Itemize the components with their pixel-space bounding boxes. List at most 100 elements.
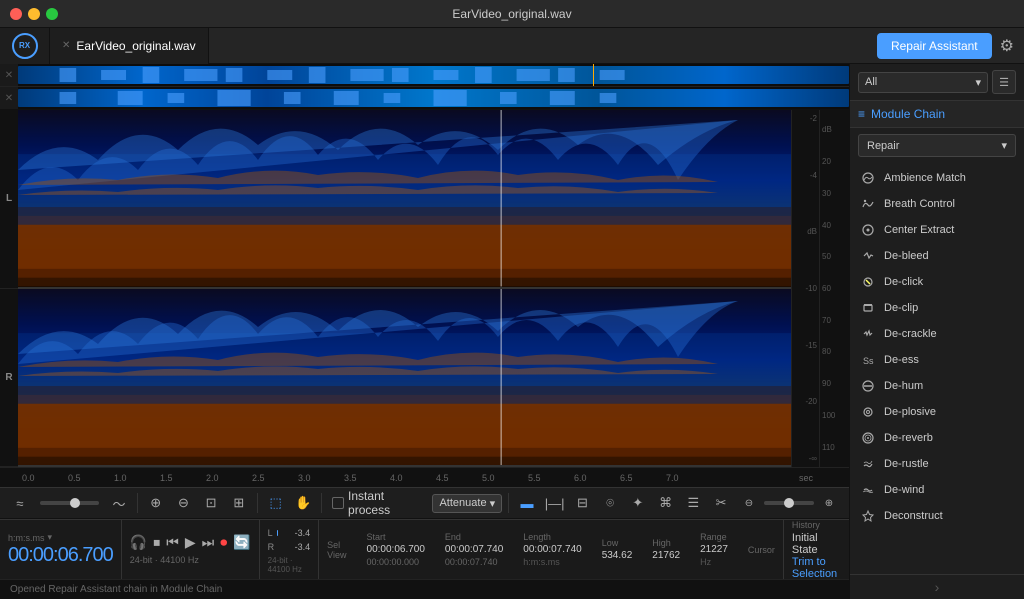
time-format: h:m:s.ms ▾ xyxy=(8,532,113,543)
audio-format: 24-bit · 44100 Hz xyxy=(130,555,251,565)
waveform-view-btn[interactable]: ≈ xyxy=(8,491,32,515)
play-btn[interactable]: ▶ xyxy=(185,534,196,551)
expand-icon[interactable]: › xyxy=(935,579,940,595)
attenuate-dropdown[interactable]: Attenuate ▾ xyxy=(432,494,502,513)
attenuate-dropdown-arrow: ▾ xyxy=(490,497,496,510)
level-bar-bg-l xyxy=(277,530,278,536)
module-item-de-hum[interactable]: De-hum xyxy=(850,373,1024,399)
db-label-4: -4 xyxy=(794,171,817,180)
record-btn[interactable]: ⏺ xyxy=(220,534,227,551)
zoom-in-h-btn[interactable]: ⊕ xyxy=(144,491,168,515)
db-right-30: 20 xyxy=(822,157,847,166)
instant-process-checkbox[interactable] xyxy=(332,497,344,509)
stop-btn[interactable]: ⏹ xyxy=(153,534,160,551)
all-dropdown[interactable]: All ▾ xyxy=(858,72,988,93)
transport-controls: 🎧 ⏹ ⏮ ▶ ⏭ ⏺ 🔄 xyxy=(130,534,251,551)
overview-waveform-top[interactable] xyxy=(18,64,849,86)
spectrogram-main[interactable] xyxy=(18,110,791,467)
zoom-in-v-btn[interactable]: ⊕ xyxy=(817,491,841,515)
hand-tool-btn[interactable]: ✋ xyxy=(291,491,315,515)
loop-btn[interactable]: 🔄 xyxy=(233,534,250,551)
file-tab[interactable]: ✕ EarVideo_original.wav xyxy=(50,28,209,64)
spectrogram-channel-r[interactable] xyxy=(18,289,791,468)
history-panel: History Initial State Trim to Selection xyxy=(783,520,849,579)
db-label-10: -10 xyxy=(794,284,817,293)
rect-select-btn[interactable]: ▬ xyxy=(515,491,539,515)
settings-icon[interactable]: ⚙ xyxy=(1000,36,1014,56)
zoom-select-btn[interactable]: ⊞ xyxy=(227,491,251,515)
toolbar-sep-2 xyxy=(257,493,258,513)
cut-btn[interactable]: ✂ xyxy=(709,491,733,515)
module-item-de-clip[interactable]: De-clip xyxy=(850,295,1024,321)
db-right-hz: 110 xyxy=(822,443,847,452)
zoom-out-h-btn[interactable]: ⊖ xyxy=(172,491,196,515)
zoom-h-thumb[interactable] xyxy=(70,498,80,508)
pencil-btn[interactable]: ⌘ xyxy=(654,491,678,515)
zoom-h-slider[interactable] xyxy=(40,501,99,505)
footer-status: Opened Repair Assistant chain in Module … xyxy=(10,584,222,595)
time-mark-45: 4.5 xyxy=(436,473,449,483)
rewind-btn[interactable]: ⏮ xyxy=(166,534,179,551)
waves-icon[interactable]: 〜 xyxy=(107,491,131,515)
end-val: 00:00:07.740 xyxy=(445,544,503,555)
brush-btn[interactable]: ☰ xyxy=(681,491,705,515)
right-panel-footer[interactable]: › xyxy=(850,574,1024,599)
time-mark-15: 1.5 xyxy=(160,473,173,483)
module-icon-de-clip xyxy=(860,300,876,316)
module-label: De-click xyxy=(884,276,923,288)
panel-menu-btn[interactable]: ☰ xyxy=(992,70,1016,94)
zoom-v-slider[interactable] xyxy=(764,501,814,505)
lasso-btn[interactable]: ⌾ xyxy=(598,491,622,515)
overview-collapse-bottom[interactable]: ✕ xyxy=(0,87,18,109)
history-initial[interactable]: Initial State xyxy=(792,532,841,556)
module-item-de-ess[interactable]: Ss De-ess xyxy=(850,347,1024,373)
forward-btn[interactable]: ⏭ xyxy=(202,534,215,551)
instant-process-label: Instant process xyxy=(348,489,428,517)
module-item-de-crackle[interactable]: De-crackle xyxy=(850,321,1024,347)
magic-wand-btn[interactable]: ✦ xyxy=(626,491,650,515)
minimize-button[interactable] xyxy=(28,8,40,20)
repair-assistant-button[interactable]: Repair Assistant xyxy=(877,33,992,59)
select-tool-btn[interactable]: ⬚ xyxy=(264,491,288,515)
module-icon-center-extract xyxy=(860,222,876,238)
traffic-lights[interactable] xyxy=(10,8,58,20)
overview-waveform-bottom[interactable] xyxy=(18,87,849,109)
module-item-de-rustle[interactable]: De-rustle xyxy=(850,451,1024,477)
module-item-de-plosive[interactable]: De-plosive xyxy=(850,399,1024,425)
module-item-de-wind[interactable]: De-wind xyxy=(850,477,1024,503)
toolbar-sep-1 xyxy=(137,493,138,513)
history-title: History xyxy=(792,520,841,530)
level-val-r: -3.4 xyxy=(282,542,310,552)
spectrogram-container[interactable]: L R xyxy=(0,110,849,467)
module-item-breath-control[interactable]: Breath Control xyxy=(850,191,1024,217)
headphones-btn[interactable]: 🎧 xyxy=(130,534,147,551)
time-format-arrow[interactable]: ▾ xyxy=(48,532,53,543)
close-button[interactable] xyxy=(10,8,22,20)
module-icon-de-crackle xyxy=(860,326,876,342)
maximize-button[interactable] xyxy=(46,8,58,20)
time-mark-05: 0.5 xyxy=(68,473,81,483)
bit-depth: 24-bit · 44100 Hz xyxy=(268,556,311,574)
tab-close-icon[interactable]: ✕ xyxy=(62,40,70,51)
overview-collapse-top[interactable]: ✕ xyxy=(0,64,18,86)
freq-select-btn[interactable]: ⊟ xyxy=(571,491,595,515)
content: ✕ xyxy=(0,64,1024,599)
zoom-out-v-btn[interactable]: ⊖ xyxy=(737,491,761,515)
history-trim[interactable]: Trim to Selection xyxy=(792,556,841,580)
module-icon-de-click xyxy=(860,274,876,290)
view-start-val: 00:00:00.000 xyxy=(367,557,425,567)
spectrogram-channel-l[interactable] xyxy=(18,110,791,289)
db-right-50: 40 xyxy=(822,221,847,230)
module-item-deconstruct[interactable]: Deconstruct xyxy=(850,503,1024,529)
module-item-ambience-match[interactable]: Ambience Match xyxy=(850,165,1024,191)
module-item-de-click[interactable]: De-click xyxy=(850,269,1024,295)
module-item-center-extract[interactable]: Center Extract xyxy=(850,217,1024,243)
module-item-de-reverb[interactable]: De-reverb xyxy=(850,425,1024,451)
time-select-btn[interactable]: |—| xyxy=(543,491,567,515)
zoom-v-thumb[interactable] xyxy=(784,498,794,508)
module-chain-header[interactable]: ≡ Module Chain xyxy=(850,101,1024,128)
sel-col-sel-view: Sel View xyxy=(327,540,346,560)
module-item-de-bleed[interactable]: De-bleed xyxy=(850,243,1024,269)
zoom-fit-btn[interactable]: ⊡ xyxy=(199,491,223,515)
repair-dropdown[interactable]: Repair ▾ xyxy=(858,134,1016,157)
